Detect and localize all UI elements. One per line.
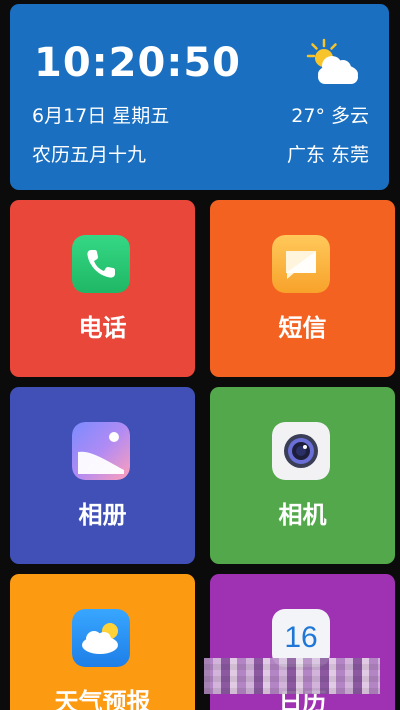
tile-label: 电话	[78, 314, 127, 342]
lunar-date-text: 农历五月十九	[32, 144, 147, 166]
tile-label: 天气预报	[54, 688, 151, 710]
tile-camera[interactable]: 相机	[210, 387, 395, 564]
tile-messages[interactable]: 短信	[210, 200, 395, 377]
clock-weather-widget[interactable]: 10:20:50 6月17日 星期五 农历五月十九 27° 多云 广东 东莞	[10, 4, 389, 190]
tile-label: 相册	[78, 501, 127, 529]
location-text: 广东 东莞	[286, 144, 369, 166]
camera-icon	[272, 422, 330, 480]
tile-phone[interactable]: 电话	[10, 200, 195, 377]
tile-label: 相机	[278, 501, 327, 529]
weather-icon	[72, 609, 130, 667]
home-screen: 10:20:50 6月17日 星期五 农历五月十九 27° 多云 广东 东莞 电…	[0, 0, 400, 710]
tile-gallery[interactable]: 相册	[10, 387, 195, 564]
tile-label: 短信	[278, 314, 327, 342]
mosaic-watermark	[204, 658, 380, 694]
partly-cloudy-icon	[306, 38, 358, 84]
calendar-day-number: 16	[284, 621, 318, 654]
phone-icon	[72, 235, 130, 293]
gallery-icon	[72, 422, 130, 480]
tile-weather[interactable]: 天气预报	[10, 574, 195, 710]
clock-time: 10:20:50	[34, 40, 241, 86]
temperature-text: 27° 多云	[291, 105, 369, 127]
message-icon	[272, 235, 330, 293]
date-text: 6月17日 星期五	[32, 105, 170, 127]
